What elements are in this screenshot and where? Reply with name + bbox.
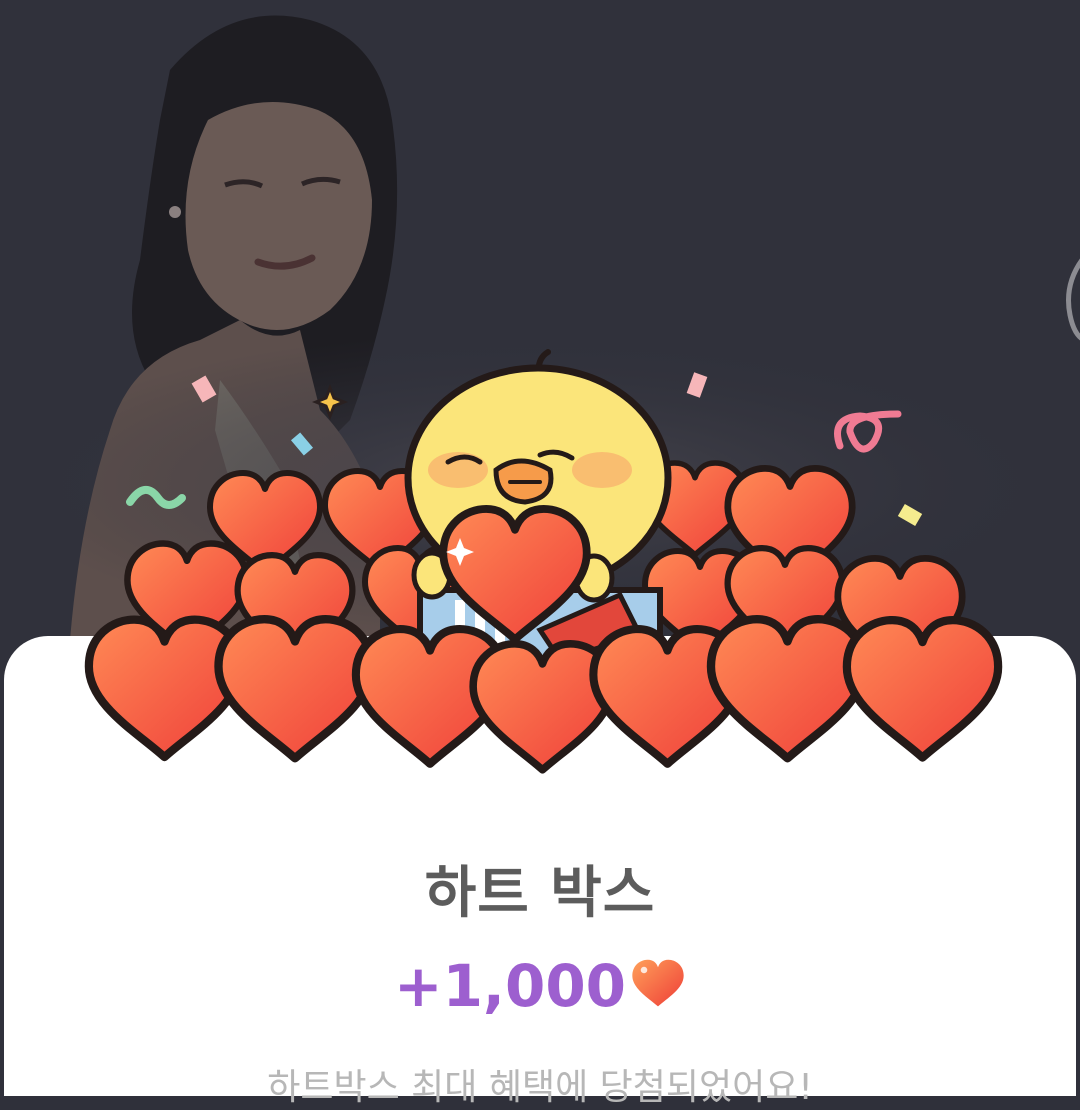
heart-icon [632, 959, 684, 1007]
popup-title: 하트 박스 [424, 861, 656, 926]
reward-message: 하트박스 최대 혜택에 당첨되었어요! [267, 1067, 813, 1108]
reward-amount-row: +1,000 [0, 952, 1080, 1020]
reward-amount: +1,000 [393, 952, 627, 1020]
heart-box-illustration [0, 349, 1080, 800]
